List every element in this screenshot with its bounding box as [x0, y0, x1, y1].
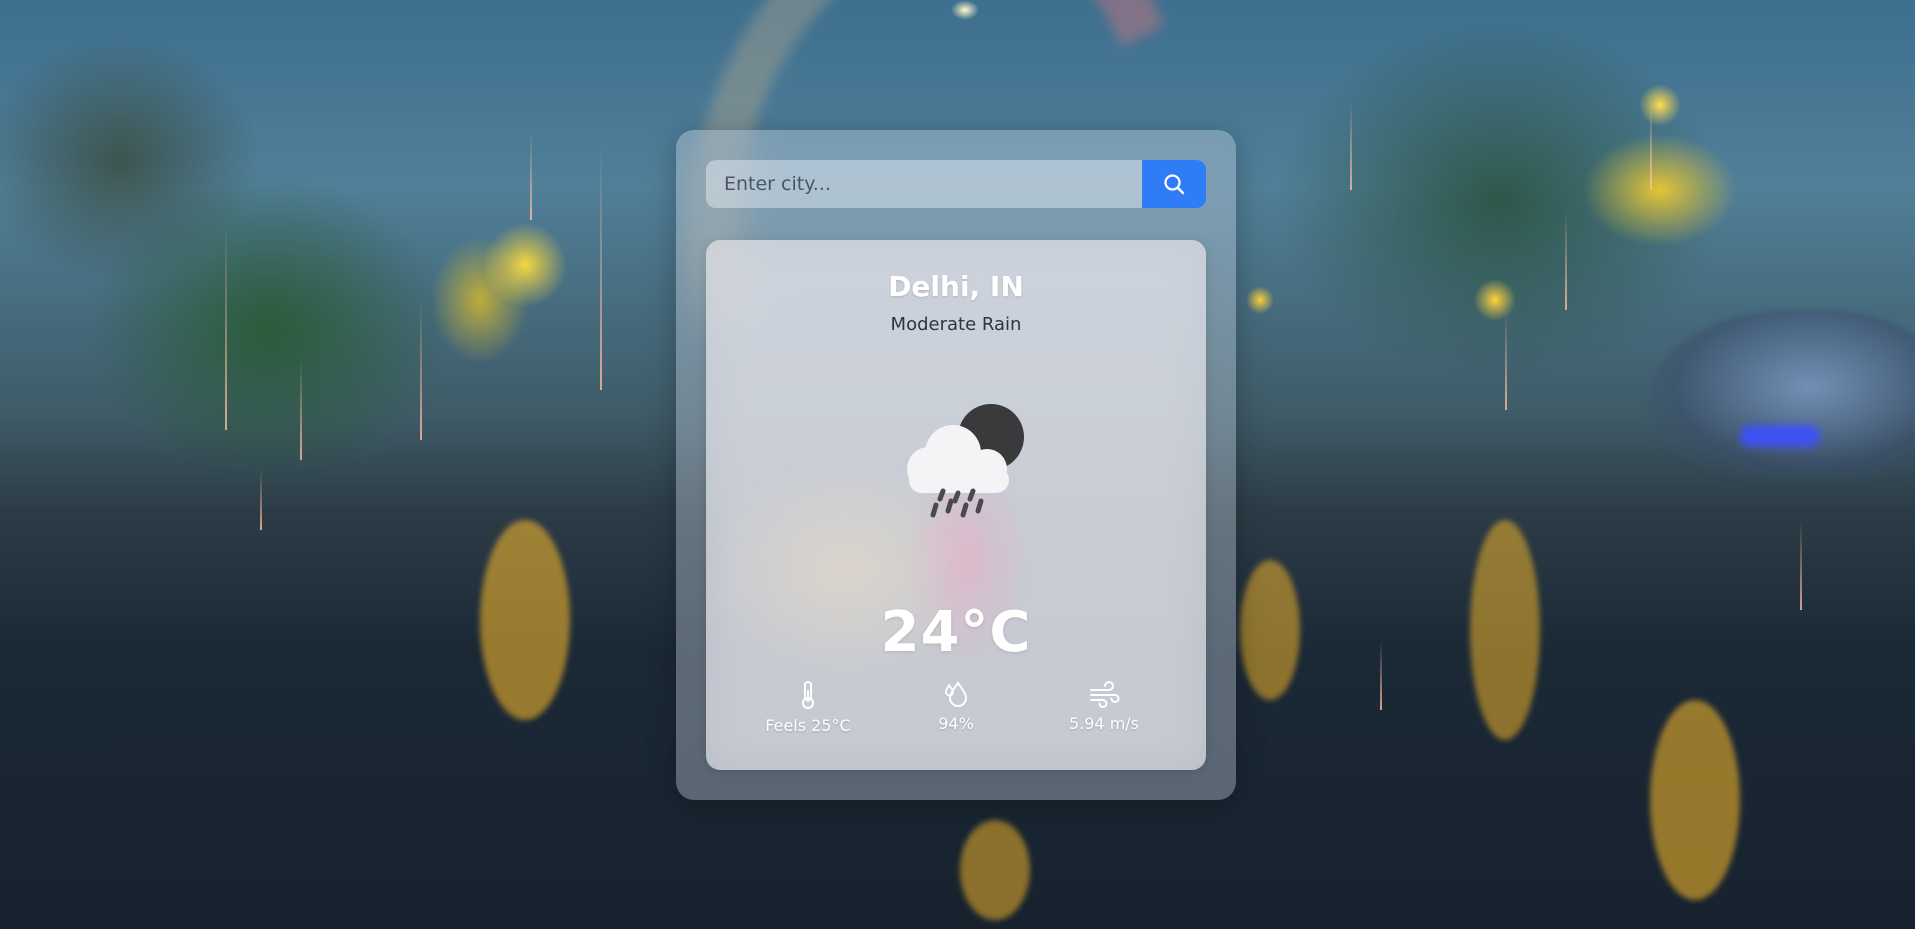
rain-streak [1650, 100, 1652, 190]
rain-streak [600, 140, 602, 390]
puddle-reflection [480, 520, 570, 720]
search-button[interactable] [1142, 160, 1206, 208]
humidity-label: 94% [938, 714, 974, 733]
weather-card: Delhi, IN Moderate Rain 24°C Feels 25°C … [706, 240, 1206, 770]
puddle-reflection [960, 820, 1030, 920]
rain-streak [420, 300, 422, 440]
wind-stat: 5.94 m/s [1044, 680, 1164, 735]
car-decoration [1650, 310, 1915, 480]
puddle-reflection [1240, 560, 1300, 700]
humidity-stat: 94% [896, 680, 1016, 735]
rain-streak [260, 470, 262, 530]
city-search-input[interactable] [706, 160, 1142, 208]
wind-speed-label: 5.94 m/s [1068, 714, 1140, 733]
puddle-reflection [1650, 700, 1740, 900]
search-bar [706, 160, 1206, 208]
search-icon [1164, 174, 1185, 195]
rain-streak [1800, 520, 1802, 610]
rain-streak [1505, 310, 1507, 410]
humidity-drops-icon [945, 681, 968, 707]
rain-streak [1565, 210, 1567, 310]
temperature-readout: 24°C [880, 600, 1032, 665]
feels-like-label: Feels 25°C [765, 716, 851, 735]
weather-stats: Feels 25°C 94% 5.94 m/s [706, 680, 1206, 735]
weather-widget-panel: Delhi, IN Moderate Rain 24°C [676, 130, 1236, 800]
rain-streak [530, 130, 532, 220]
rain-streak [1350, 100, 1352, 190]
rain-streak [225, 220, 227, 430]
rain-streak [1380, 640, 1382, 710]
location-name: Delhi, IN [888, 270, 1024, 303]
feels-like-stat: Feels 25°C [748, 680, 868, 735]
puddle-reflection [1470, 520, 1540, 740]
car-light-decoration [1740, 425, 1820, 447]
rain-streak [300, 360, 302, 460]
cloud-rain-moon-icon [907, 404, 1024, 518]
thermometer-icon [802, 681, 814, 709]
weather-condition: Moderate Rain [890, 314, 1022, 335]
wind-icon [1090, 681, 1120, 708]
